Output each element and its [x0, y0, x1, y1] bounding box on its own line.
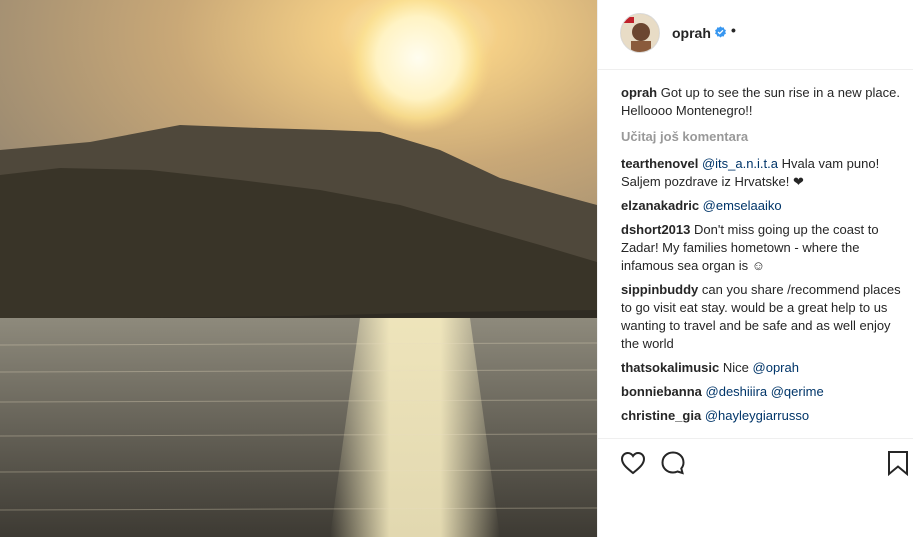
comment-username[interactable]: christine_gia [621, 408, 701, 423]
post-sidebar: oprah • oprah Got up to see the sun rise… [597, 0, 913, 537]
post-actions-bar [598, 438, 913, 537]
comment-item: dshort2013 Don't miss going up the coast… [621, 221, 903, 275]
post-caption: oprah Got up to see the sun rise in a ne… [621, 84, 903, 120]
post-author-username[interactable]: oprah [672, 25, 711, 41]
comment-mention[interactable]: @deshiiira @qerime [706, 384, 824, 399]
comment-username[interactable]: elzanakadric [621, 198, 699, 213]
avatar-image [621, 14, 659, 52]
avatar[interactable] [620, 13, 660, 53]
heart-icon[interactable] [619, 449, 647, 477]
comment-username[interactable]: sippinbuddy [621, 282, 698, 297]
comment-mention[interactable]: @its_a.n.i.t.a [702, 156, 778, 171]
caption-text-line2: Helloooo Montenegro!! [621, 103, 753, 118]
comment-mention[interactable]: @emselaaiko [703, 198, 782, 213]
comment-item: sippinbuddy can you share /recommend pla… [621, 281, 903, 353]
post-header: oprah • [598, 0, 913, 70]
header-separator-dot: • [731, 22, 736, 38]
comment-username[interactable]: bonniebanna [621, 384, 702, 399]
sunrise-photo [0, 0, 597, 537]
load-more-comments-button[interactable]: Učitaj još komentara [621, 128, 903, 146]
comment-username[interactable]: tearthenovel [621, 156, 698, 171]
verified-badge-icon [715, 26, 726, 38]
comment-item: tearthenovel @its_a.n.i.t.a Hvala vam pu… [621, 155, 903, 191]
bookmark-icon[interactable] [884, 449, 912, 477]
comment-text: Nice [722, 360, 753, 375]
comment-username[interactable]: dshort2013 [621, 222, 690, 237]
caption-username[interactable]: oprah [621, 85, 657, 100]
post-image[interactable] [0, 0, 597, 537]
comment-item: christine_gia @hayleygiarrusso [621, 407, 903, 425]
comments-list[interactable]: oprah Got up to see the sun rise in a ne… [621, 84, 903, 438]
comment-item: elzanakadric @emselaaiko [621, 197, 903, 215]
comment-icon[interactable] [659, 449, 687, 477]
comment-mention[interactable]: @hayleygiarrusso [705, 408, 809, 423]
comment-username[interactable]: thatsokalimusic [621, 360, 719, 375]
comment-item: thatsokalimusic Nice @oprah [621, 359, 903, 377]
comment-mention[interactable]: @oprah [753, 360, 799, 375]
comment-item: bonniebanna @deshiiira @qerime [621, 383, 903, 401]
caption-text-line1: Got up to see the sun rise in a new plac… [660, 85, 900, 100]
